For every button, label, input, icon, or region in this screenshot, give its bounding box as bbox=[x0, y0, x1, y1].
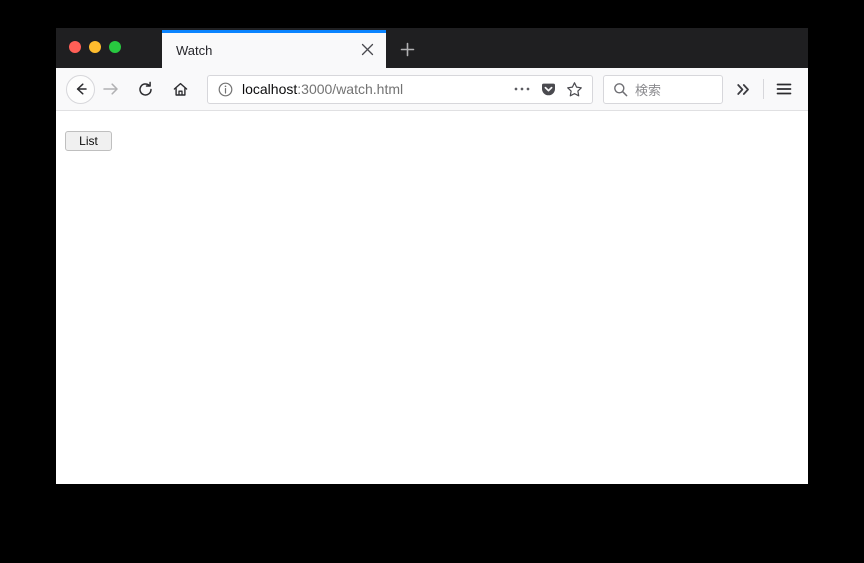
pocket-icon[interactable] bbox=[536, 77, 560, 101]
tabs-area: Watch bbox=[162, 28, 424, 68]
url-bar[interactable]: localhost:3000/watch.html bbox=[207, 74, 593, 104]
url-host: localhost bbox=[242, 81, 298, 97]
ellipsis-icon[interactable] bbox=[510, 77, 534, 101]
chevron-double-right-icon[interactable] bbox=[729, 75, 757, 103]
list-button[interactable]: List bbox=[65, 131, 112, 151]
close-icon[interactable] bbox=[354, 36, 380, 62]
window-controls bbox=[69, 41, 121, 53]
browser-window: Watch localhost:3000/watch.html 検索 List bbox=[56, 28, 808, 484]
forward-arrow-icon[interactable] bbox=[95, 74, 125, 104]
page-content: List bbox=[56, 111, 808, 484]
navigation-toolbar: localhost:3000/watch.html 検索 bbox=[56, 68, 808, 111]
window-close-button[interactable] bbox=[69, 41, 81, 53]
tab-title: Watch bbox=[176, 42, 213, 57]
window-minimize-button[interactable] bbox=[89, 41, 101, 53]
search-icon bbox=[612, 81, 628, 97]
tab-watch[interactable]: Watch bbox=[162, 30, 386, 68]
search-input[interactable]: 検索 bbox=[635, 80, 661, 99]
new-tab-button[interactable] bbox=[390, 30, 424, 68]
search-bar[interactable]: 検索 bbox=[603, 74, 723, 104]
url-path: :3000/watch.html bbox=[297, 81, 404, 97]
back-arrow-icon[interactable] bbox=[66, 74, 95, 104]
window-maximize-button[interactable] bbox=[109, 41, 121, 53]
hamburger-menu-icon[interactable] bbox=[770, 75, 798, 103]
toolbar-divider bbox=[763, 79, 764, 99]
info-circle-icon[interactable] bbox=[216, 80, 234, 98]
reload-icon[interactable] bbox=[130, 74, 160, 104]
home-icon[interactable] bbox=[165, 74, 195, 104]
star-icon[interactable] bbox=[562, 77, 586, 101]
tab-strip: Watch bbox=[56, 28, 808, 68]
url-text: localhost:3000/watch.html bbox=[242, 81, 510, 97]
toolbar-tail bbox=[729, 75, 798, 103]
urlbar-actions bbox=[510, 77, 586, 101]
